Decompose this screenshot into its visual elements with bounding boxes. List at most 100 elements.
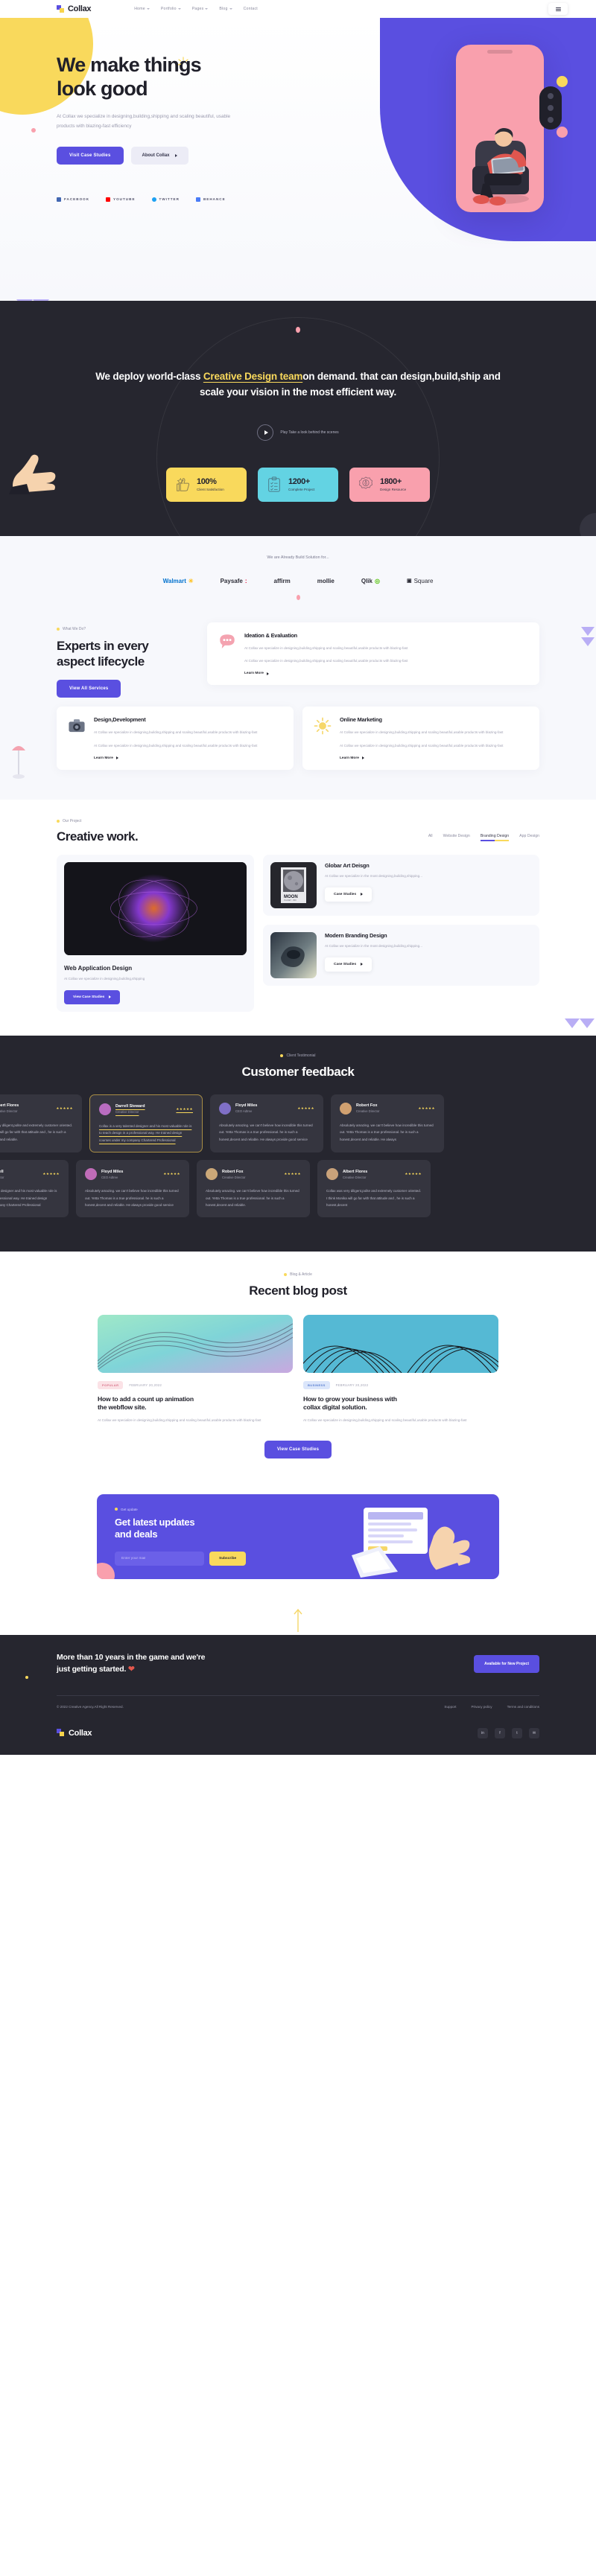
testimonial-quote: Collax is a very talented designer and h…: [0, 1189, 57, 1208]
testimonial-name: Robert Fox: [222, 1169, 244, 1174]
project-card-featured[interactable]: Web Application Design At Collax we spec…: [57, 854, 254, 1012]
footer-main: More than 10 years in the game and we're…: [0, 1640, 596, 1676]
service-card-title: Online Marketing: [340, 716, 382, 724]
testimonial-role: Creative Director: [0, 1109, 18, 1114]
footer-logo[interactable]: Collax: [57, 1729, 92, 1738]
learn-more-link[interactable]: Learn More: [94, 756, 257, 760]
site-header: Collax Home Portfolio Pages Blog Contact: [0, 0, 596, 18]
nav-item-portfolio[interactable]: Portfolio: [161, 7, 181, 11]
arrow-right-icon: [109, 995, 112, 999]
footer-heading-line1: More than 10 years in the game and we're: [57, 1653, 206, 1662]
projects-eyebrow: Our Project: [57, 819, 138, 823]
learn-more-label: Learn More: [244, 672, 264, 676]
blog-title: Recent blog post: [249, 1283, 347, 1298]
scroll-to-top-icon[interactable]: [291, 1607, 305, 1633]
email-icon[interactable]: ✉: [529, 1727, 539, 1738]
view-case-studies-button[interactable]: View Case Studies: [264, 1440, 332, 1458]
tab-app-design[interactable]: App Design: [519, 834, 539, 841]
avatar: [326, 1168, 338, 1181]
view-case-studies-button[interactable]: View Case Studies: [64, 989, 121, 1004]
stat-card-design-resource: 1800+ Design Resource: [349, 467, 430, 502]
hero-social-links: FACEBOOK YOUTUBE TWITTER BEHANCE: [57, 197, 283, 202]
social-link-behance[interactable]: BEHANCE: [195, 197, 226, 202]
client-logo-label: mollie: [317, 577, 335, 584]
rating-stars: ★★★★★: [56, 1106, 73, 1110]
play-video-row[interactable]: Play Take a look behind the scenes: [0, 424, 596, 441]
logo[interactable]: Collax: [57, 4, 92, 13]
project-card-modern-branding[interactable]: Modern Branding Design At Collax we spec…: [263, 924, 539, 986]
rating-stars: ★★★★★: [42, 1172, 60, 1176]
learn-more-link[interactable]: Learn More: [244, 672, 408, 675]
client-logo-square: ▣ Square: [407, 578, 433, 584]
nav-item-home[interactable]: Home: [134, 7, 150, 11]
view-all-services-button[interactable]: View All Services: [57, 680, 121, 698]
client-logo-paysafe: Paysafe:: [220, 577, 247, 584]
services-intro: What We Do? Experts in every aspect life…: [57, 622, 198, 698]
services-title: Experts in every aspect lifecycle: [57, 638, 198, 670]
blog-post-title: How to add a count up animation the webf…: [98, 1395, 293, 1412]
social-link-twitter[interactable]: TWITTER: [151, 197, 180, 202]
subscribe-button[interactable]: Subscribe: [209, 1552, 247, 1566]
services-grid: What We Do? Experts in every aspect life…: [0, 622, 596, 698]
heart-icon: ❤: [127, 1665, 135, 1674]
service-card-online-marketing[interactable]: Online Marketing At Collax we specialize…: [302, 707, 539, 770]
stat-value: 100%: [197, 477, 217, 487]
about-collax-button[interactable]: About Collax: [130, 146, 188, 165]
decoration-yellow-dot: [557, 76, 568, 87]
social-link-facebook[interactable]: FACEBOOK: [57, 197, 89, 202]
project-card-globar-art[interactable]: MOON PLANET · 800 Globar Art Deisgn At C…: [263, 854, 539, 916]
learn-more-link[interactable]: Learn More: [340, 756, 503, 760]
hero-content: We make things look good At Collax we sp…: [0, 18, 283, 202]
newsletter-section: Get update Get latest updates and deals …: [0, 1483, 596, 1605]
decoration-purple-chevrons: [565, 1018, 595, 1028]
tab-all[interactable]: All: [428, 834, 433, 841]
newsletter-title-line1: Get latest updates: [115, 1516, 195, 1528]
nav-item-blog[interactable]: Blog: [219, 7, 232, 11]
testimonials-title: Customer feedback: [241, 1064, 355, 1079]
menu-button[interactable]: [548, 3, 568, 15]
service-card-ideation[interactable]: Ideation & Evaluation At Collax we speci…: [207, 622, 539, 686]
client-logo-label: Paysafe: [220, 577, 243, 584]
testimonial-name: Robert Fox: [356, 1103, 378, 1109]
case-studies-button[interactable]: Case Studies: [325, 887, 372, 902]
facebook-icon[interactable]: f: [495, 1727, 505, 1738]
nav-item-pages[interactable]: Pages: [192, 7, 209, 11]
arrow-right-icon: [115, 756, 118, 760]
footer-link-privacy-policy[interactable]: Privacy policy: [471, 1705, 492, 1709]
twitter-icon[interactable]: t: [512, 1727, 522, 1738]
testimonial-card: Robert Fox Creative Director ★★★★★ Absol…: [197, 1160, 310, 1217]
tab-website-design[interactable]: Website Design: [443, 834, 470, 841]
newsletter-content: Get update Get latest updates and deals …: [115, 1508, 305, 1566]
stat-label: Design Resource: [380, 488, 407, 492]
tab-branding-design[interactable]: Branding Design: [480, 834, 510, 841]
play-button[interactable]: [257, 424, 274, 441]
clients-logos: Walmart ✳ Paysafe: affirm mollie Qlik ◎ …: [0, 578, 596, 584]
case-studies-button[interactable]: Case Studies: [325, 957, 372, 972]
stat-label: Complete Project: [288, 488, 315, 492]
learn-more-label: Learn More: [94, 756, 113, 760]
avatar: [340, 1102, 352, 1115]
services-section: What We Do? Experts in every aspect life…: [0, 602, 596, 800]
project-thumbnail: MOON PLANET · 800: [270, 861, 317, 908]
nav-item-contact[interactable]: Contact: [244, 7, 258, 11]
email-input[interactable]: [115, 1552, 204, 1566]
client-logo-mollie: mollie: [317, 578, 335, 584]
footer-link-terms[interactable]: Terms and conditions: [507, 1705, 539, 1709]
phone-side-panel: [539, 86, 562, 130]
testimonial-role: CEO Adtree: [235, 1109, 253, 1114]
testimonials-row-1: Albert Flores Creative Director ★★★★★ Co…: [0, 1094, 596, 1153]
services-eyebrow: What We Do?: [57, 627, 198, 631]
projects-tabs: All Website Design Branding Design App D…: [428, 834, 539, 844]
service-card-text-2: At Collax we specialize in designing,bui…: [244, 659, 408, 663]
testimonial-quote: Absolutely amazing. we can't believe how…: [85, 1189, 179, 1208]
service-card-design-development[interactable]: Design,Development At Collax we speciali…: [57, 707, 294, 770]
blog-card-1[interactable]: POPULAR FEBRUARY 20,2022 How to add a co…: [98, 1314, 293, 1424]
visit-case-studies-button[interactable]: Visit Case Studies: [57, 146, 124, 165]
footer-logo-text: Collax: [69, 1728, 92, 1738]
footer-link-support[interactable]: Support: [444, 1705, 456, 1709]
blog-card-2[interactable]: BUSINESS FEBRUARY 20,2022 How to grow yo…: [303, 1314, 498, 1424]
linkedin-icon[interactable]: in: [478, 1727, 488, 1738]
deploy-highlight-link[interactable]: Creative Design team: [203, 371, 303, 382]
social-link-youtube[interactable]: YOUTUBE: [106, 197, 135, 202]
available-for-new-project-button[interactable]: Available for New Project: [474, 1655, 539, 1674]
